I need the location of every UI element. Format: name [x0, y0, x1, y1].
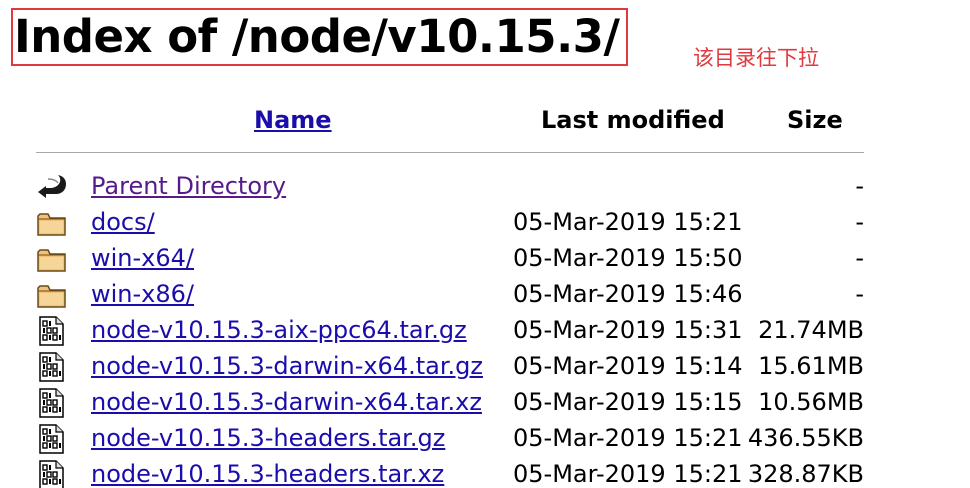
file-link[interactable]: node-v10.15.3-headers.tar.gz	[91, 422, 445, 454]
file-link[interactable]: docs/	[91, 206, 155, 238]
header-divider	[36, 152, 864, 153]
file-link[interactable]: win-x86/	[91, 278, 194, 310]
column-header-name[interactable]: Name	[254, 104, 332, 136]
table-row: win-x64/05-Mar-2019 15:50 -	[0, 240, 970, 276]
table-row: node-v10.15.3-aix-ppc64.tar.gz 05-Mar-201…	[0, 312, 970, 348]
size-cell: 436.55KB	[747, 424, 864, 452]
last-modified-cell: 05-Mar-2019 15:21	[513, 460, 743, 488]
folder-icon	[36, 280, 68, 310]
column-header-last-modified: Last modified	[541, 106, 725, 134]
file-link[interactable]: node-v10.15.3-darwin-x64.tar.xz	[91, 386, 482, 418]
last-modified-cell: 05-Mar-2019 15:15	[513, 388, 743, 416]
table-row: win-x86/05-Mar-2019 15:46 -	[0, 276, 970, 312]
binary-file-icon	[36, 460, 68, 488]
table-row: node-v10.15.3-darwin-x64.tar.gz 05-Mar-20…	[0, 348, 970, 384]
folder-icon	[36, 208, 68, 238]
table-row: Parent Directory -	[0, 168, 970, 204]
file-link[interactable]: node-v10.15.3-aix-ppc64.tar.gz	[91, 314, 467, 346]
binary-file-icon	[36, 424, 68, 454]
directory-index-page: Index of /node/v10.15.3/ 该目录往下拉 Name Las…	[0, 0, 970, 488]
folder-icon	[36, 244, 68, 274]
page-title: Index of /node/v10.15.3/	[14, 10, 620, 63]
last-modified-cell: 05-Mar-2019 15:50	[513, 244, 743, 272]
last-modified-cell: 05-Mar-2019 15:46	[513, 280, 743, 308]
file-link[interactable]: node-v10.15.3-headers.tar.xz	[91, 458, 444, 488]
size-cell: -	[855, 208, 864, 236]
back-arrow-icon	[36, 172, 68, 202]
size-cell: 10.56MB	[758, 388, 864, 416]
size-cell: -	[855, 280, 864, 308]
file-link[interactable]: win-x64/	[91, 242, 194, 274]
binary-file-icon	[36, 388, 68, 418]
size-cell: -	[855, 244, 864, 272]
column-header-size: Size	[787, 106, 843, 134]
last-modified-cell: 05-Mar-2019 15:21	[513, 208, 743, 236]
table-row: node-v10.15.3-headers.tar.xz 05-Mar-2019 …	[0, 456, 970, 488]
table-row: docs/05-Mar-2019 15:21 -	[0, 204, 970, 240]
size-cell: 15.61MB	[758, 352, 864, 380]
size-cell: -	[855, 172, 864, 200]
last-modified-cell: 05-Mar-2019 15:14	[513, 352, 743, 380]
parent-directory-link[interactable]: Parent Directory	[91, 170, 286, 202]
table-row: node-v10.15.3-darwin-x64.tar.xz 05-Mar-20…	[0, 384, 970, 420]
binary-file-icon	[36, 352, 68, 382]
annotation-note: 该目录往下拉	[693, 46, 819, 70]
binary-file-icon	[36, 316, 68, 346]
last-modified-cell: 05-Mar-2019 15:31	[513, 316, 743, 344]
size-cell: 328.87KB	[747, 460, 864, 488]
file-link[interactable]: node-v10.15.3-darwin-x64.tar.gz	[91, 350, 483, 382]
table-row: node-v10.15.3-headers.tar.gz 05-Mar-2019 …	[0, 420, 970, 456]
last-modified-cell: 05-Mar-2019 15:21	[513, 424, 743, 452]
size-cell: 21.74MB	[758, 316, 864, 344]
